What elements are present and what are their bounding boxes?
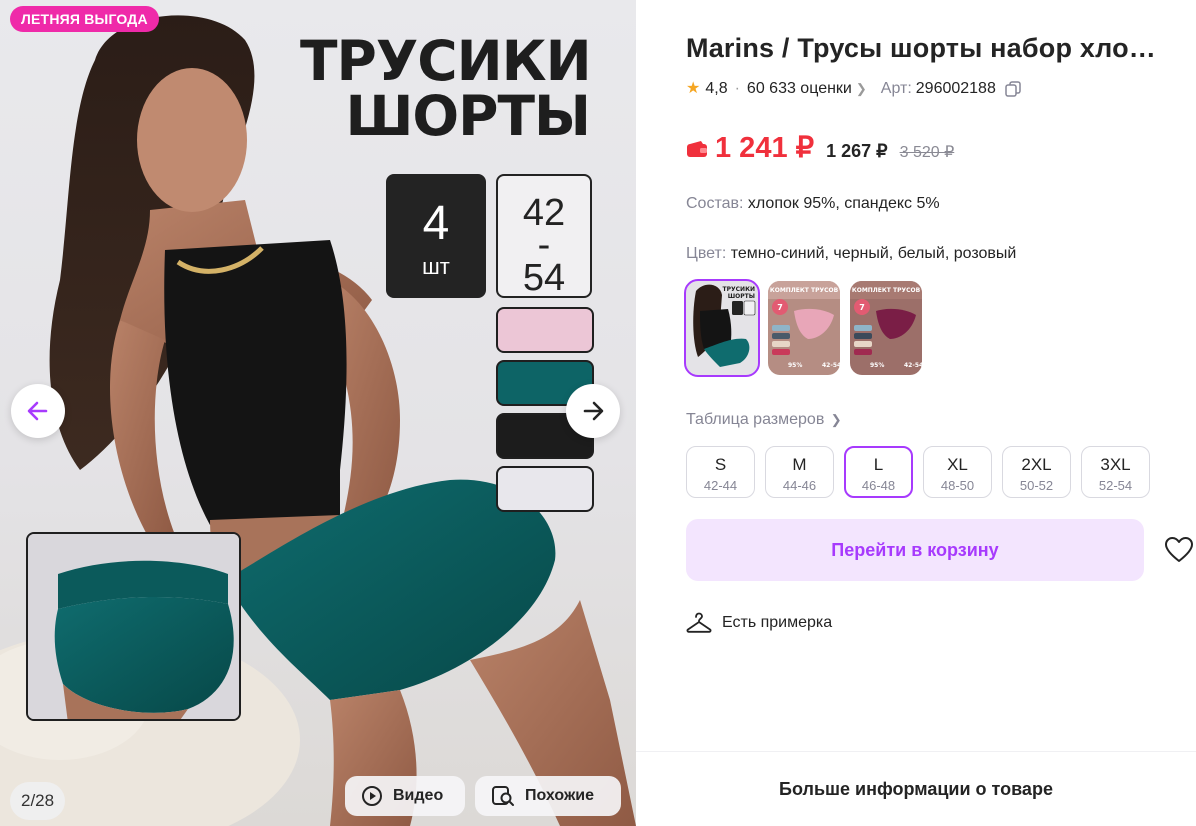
- rating-value: 4,8: [705, 80, 728, 97]
- image-counter: 2/28: [10, 782, 66, 820]
- wallet-icon: [687, 140, 707, 157]
- similar-search-icon: [492, 786, 514, 806]
- color-thumbnail-3[interactable]: КОМПЛЕКТ ТРУСОВ 7 95% 42-54: [850, 281, 922, 375]
- svg-text:95%: 95%: [870, 362, 884, 369]
- pack-count-tile: 4 шт: [386, 174, 486, 298]
- color-label: Цвет:: [686, 245, 727, 262]
- size-label: 2XL: [1021, 455, 1052, 474]
- composition-label: Состав:: [686, 195, 744, 212]
- svg-text:95%: 95%: [788, 362, 802, 369]
- try-on-label: Есть примерка: [722, 614, 833, 631]
- prev-image-button[interactable]: [11, 384, 65, 438]
- chevron-right-icon: ❯: [855, 81, 867, 96]
- svg-text:ШОРТЫ: ШОРТЫ: [728, 293, 755, 300]
- color-swatch-white: [496, 466, 594, 512]
- size-range: 52-54: [1098, 478, 1133, 493]
- color-thumbnails: ТРУСИКИ ШОРТЫ КОМПЛЕКТ ТРУСОВ 7 95% 42-5…: [684, 279, 922, 377]
- product-meta: ★ 4,8 · 60 633 оценки ❯ Арт: 296002188: [686, 78, 1021, 100]
- video-button-label: Видео: [393, 787, 444, 804]
- svg-text:КОМПЛЕКТ ТРУСОВ: КОМПЛЕКТ ТРУСОВ: [852, 287, 921, 294]
- price-row: 1 241 ₽ 1 267 ₽ 3 520 ₽: [686, 134, 954, 163]
- size-label: XL: [947, 455, 968, 474]
- photo-title: ТРУСИКИ ШОРТЫ: [300, 29, 592, 148]
- inset-photo-image: [28, 534, 239, 719]
- hanger-icon: [686, 612, 712, 633]
- size-label: L: [873, 455, 884, 474]
- size-range: 42-44: [703, 478, 738, 493]
- inset-photo: [26, 532, 241, 721]
- price-old: 3 520 ₽: [899, 144, 955, 161]
- article-label: Арт:: [880, 80, 912, 97]
- size-option-3xl[interactable]: 3XL 52-54: [1081, 446, 1150, 498]
- size-range-to: 54: [522, 256, 566, 299]
- arrow-left-icon: [27, 401, 48, 421]
- svg-text:42-54: 42-54: [904, 362, 922, 369]
- similar-button[interactable]: Похожие: [475, 776, 621, 816]
- size-range: 46-48: [861, 478, 896, 493]
- size-selector: S 42-44 M 44-46 L 46-48 XL 48-50 2XL 50-…: [686, 446, 1150, 498]
- size-option-2xl[interactable]: 2XL 50-52: [1002, 446, 1071, 498]
- size-label: M: [792, 455, 807, 474]
- photo-title-line1: ТРУСИКИ: [300, 29, 592, 93]
- arrow-right-icon: [583, 401, 604, 421]
- copy-icon[interactable]: [1005, 81, 1021, 97]
- size-table-link[interactable]: Таблица размеров ❯: [686, 409, 842, 431]
- star-icon: ★: [686, 80, 701, 97]
- video-button[interactable]: Видео: [345, 776, 465, 816]
- color-thumbnail-1[interactable]: ТРУСИКИ ШОРТЫ: [684, 279, 760, 377]
- size-range-dash: -: [537, 224, 551, 266]
- separator-dot: ·: [734, 80, 740, 97]
- size-range: 50-52: [1019, 478, 1054, 493]
- reviews-link[interactable]: 60 633 оценки: [747, 78, 852, 100]
- try-on-row: Есть примерка: [686, 612, 832, 634]
- svg-text:КОМПЛЕКТ ТРУСОВ: КОМПЛЕКТ ТРУСОВ: [770, 287, 839, 294]
- chevron-right-icon: ❯: [830, 412, 842, 427]
- pack-count-unit: шт: [422, 254, 450, 279]
- size-label: S: [714, 455, 727, 474]
- product-info: Marins / Трусы шорты набор хло… ★ 4,8 · …: [684, 0, 1196, 826]
- price-wallet-main: 1 241 ₽: [715, 132, 815, 164]
- similar-button-label: Похожие: [525, 787, 595, 804]
- promo-badge: ЛЕТНЯЯ ВЫГОДА: [10, 6, 159, 32]
- composition-value: хлопок 95%, спандекс 5%: [747, 195, 940, 212]
- size-range-tile: 42 - 54: [496, 174, 592, 298]
- size-table-label: Таблица размеров: [686, 411, 825, 428]
- photo-title-line2: ШОРТЫ: [345, 84, 591, 148]
- go-to-cart-button[interactable]: Перейти в корзину: [686, 519, 1144, 581]
- svg-text:ТРУСИКИ: ТРУСИКИ: [723, 286, 755, 293]
- composition-row: Состав: хлопок 95%, спандекс 5%: [686, 193, 940, 215]
- color-row: Цвет: темно-синий, черный, белый, розовы…: [686, 243, 1016, 265]
- article-number: 296002188: [915, 80, 996, 97]
- size-option-l[interactable]: L 46-48: [844, 446, 913, 498]
- play-icon: [362, 786, 382, 806]
- size-range: 48-50: [940, 478, 975, 493]
- next-image-button[interactable]: [566, 384, 620, 438]
- size-option-s[interactable]: S 42-44: [686, 446, 755, 498]
- price-current: 1 267 ₽: [826, 141, 888, 161]
- heart-icon: [1165, 537, 1193, 562]
- more-info-button[interactable]: Больше информации о товаре: [636, 752, 1196, 826]
- size-range: 44-46: [782, 478, 817, 493]
- svg-text:7: 7: [777, 303, 783, 312]
- size-option-xl[interactable]: XL 48-50: [923, 446, 992, 498]
- product-title: Marins / Трусы шорты набор хло…: [686, 33, 1156, 63]
- size-option-m[interactable]: M 44-46: [765, 446, 834, 498]
- pack-count-number: 4: [422, 197, 450, 250]
- svg-text:42-54: 42-54: [822, 362, 840, 369]
- color-swatch-pink: [496, 307, 594, 353]
- favorite-button[interactable]: [1162, 533, 1196, 567]
- size-label: 3XL: [1100, 455, 1131, 474]
- color-value: темно-синий, черный, белый, розовый: [730, 245, 1017, 262]
- svg-text:7: 7: [859, 303, 865, 312]
- product-gallery: ЛЕТНЯЯ ВЫГОДА ТРУСИКИ ШОРТЫ 4 шт 42 - 54…: [0, 0, 636, 826]
- color-thumbnail-2[interactable]: КОМПЛЕКТ ТРУСОВ 7 95% 42-54: [768, 281, 840, 375]
